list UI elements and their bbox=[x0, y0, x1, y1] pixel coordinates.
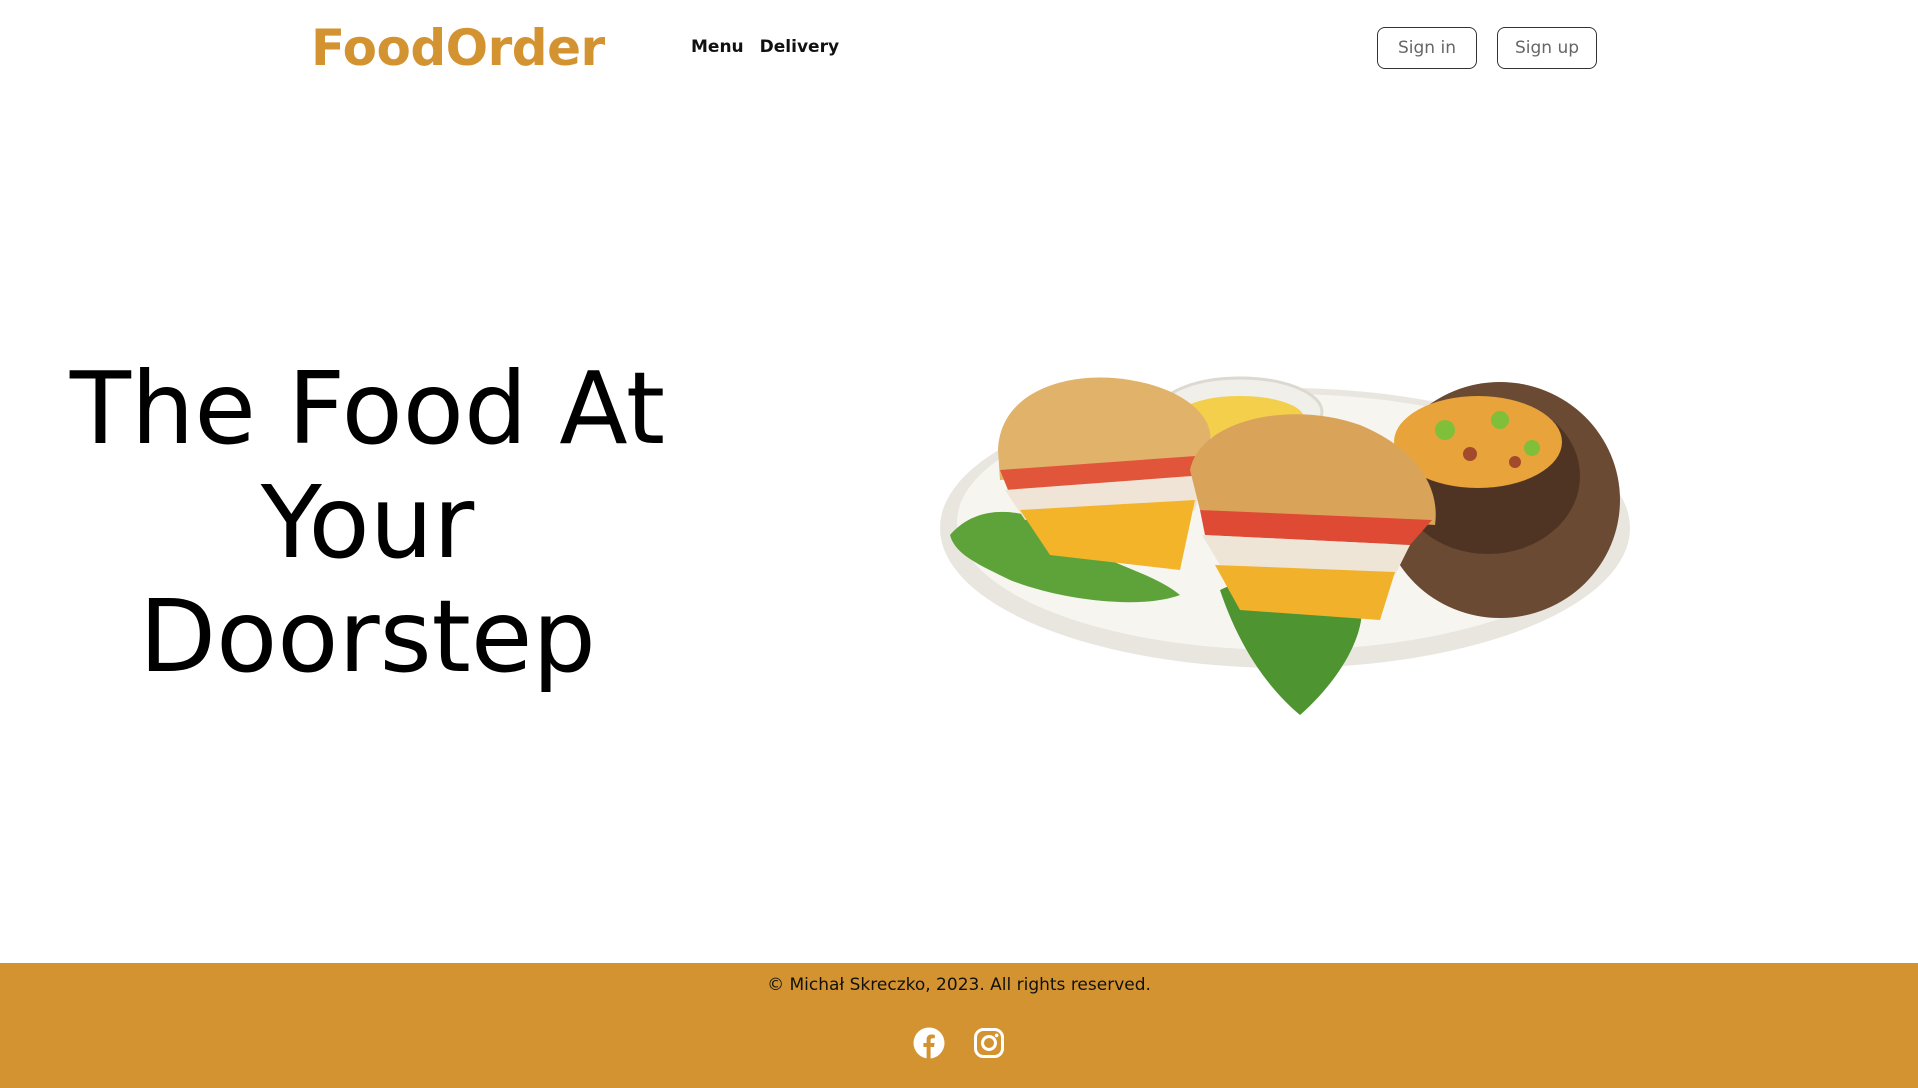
sign-in-button[interactable]: Sign in bbox=[1377, 27, 1477, 69]
social-links bbox=[913, 1027, 1005, 1059]
site-footer: © Michał Skreczko, 2023. All rights rese… bbox=[0, 963, 1918, 1088]
hero-title-line: Doorstep bbox=[139, 578, 596, 695]
hero-title-line: The Food At bbox=[69, 350, 666, 467]
food-plate-image bbox=[940, 376, 1630, 715]
brand-logo[interactable]: FoodOrder bbox=[311, 16, 605, 80]
hero-title: The Food At Your Doorstep bbox=[40, 352, 695, 694]
auth-buttons: Sign in Sign up bbox=[1377, 27, 1597, 69]
main-nav: Menu Delivery bbox=[691, 36, 839, 58]
nav-link-menu[interactable]: Menu bbox=[691, 36, 744, 58]
facebook-icon[interactable] bbox=[913, 1027, 945, 1059]
hero-title-line: Your bbox=[260, 464, 475, 581]
copyright-text: © Michał Skreczko, 2023. All rights rese… bbox=[767, 975, 1151, 995]
site-header: FoodOrder Menu Delivery Sign in Sign up bbox=[0, 0, 1918, 96]
instagram-icon[interactable] bbox=[973, 1027, 1005, 1059]
nav-link-delivery[interactable]: Delivery bbox=[760, 36, 839, 58]
sign-up-button[interactable]: Sign up bbox=[1497, 27, 1597, 69]
